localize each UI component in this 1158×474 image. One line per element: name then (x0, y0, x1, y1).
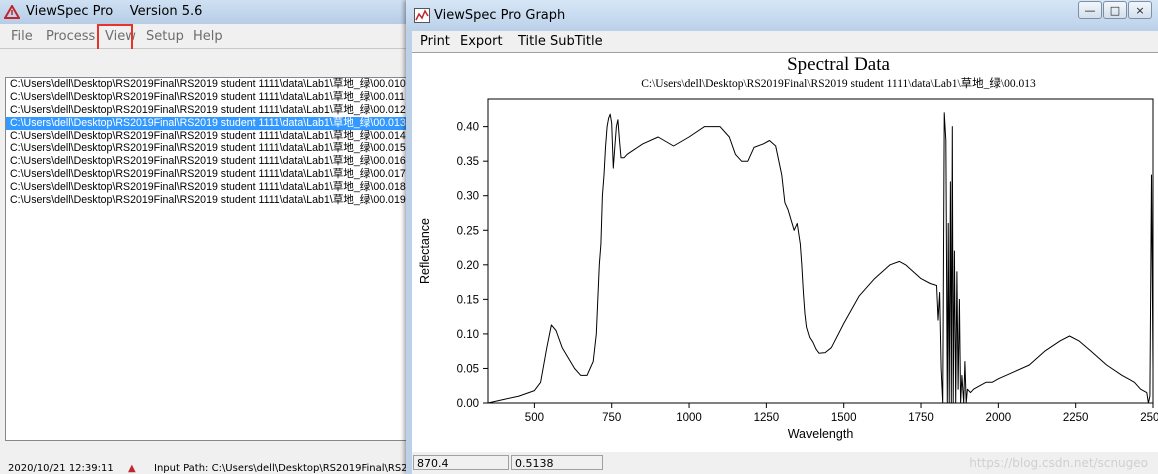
menu-file[interactable]: File (11, 29, 33, 44)
y-tick-label: 0.30 (457, 191, 479, 203)
graph-window: ViewSpec Pro Graph — □ × Print Export Ti… (406, 0, 1158, 474)
minimize-icon[interactable]: — (1078, 1, 1102, 19)
x-tick-label: 2500 (1140, 412, 1158, 424)
menu-subtitle[interactable]: SubTitle (550, 34, 603, 49)
graph-title-bar[interactable]: ViewSpec Pro Graph — □ × (406, 0, 1158, 30)
chart-title: Spectral Data (787, 54, 890, 75)
maximize-icon[interactable]: □ (1103, 1, 1127, 19)
file-list-item[interactable]: C:\Users\dell\Desktop\RS2019Final\RS2019… (6, 194, 408, 207)
file-list-item[interactable]: C:\Users\dell\Desktop\RS2019Final\RS2019… (6, 168, 408, 181)
window-controls: — □ × (1077, 1, 1152, 19)
watermark: https://blog.csdn.net/scnugeo (969, 456, 1148, 470)
y-tick-label: 0.20 (457, 260, 479, 272)
x-tick-label: 2250 (1063, 412, 1089, 424)
y-tick-label: 0.35 (457, 156, 479, 168)
menu-title[interactable]: Title (518, 34, 546, 49)
x-tick-label: 750 (602, 412, 621, 424)
warning-icon: ▲ (128, 463, 136, 474)
plot-frame (487, 98, 1154, 404)
spectral-chart[interactable]: Spectral DataC:\Users\dell\Desktop\RS201… (412, 53, 1158, 453)
reflectance-series-line (487, 112, 1154, 404)
file-list-item[interactable]: C:\Users\dell\Desktop\RS2019Final\RS2019… (6, 155, 408, 168)
app-logo-icon (3, 4, 21, 23)
cursor-reflectance: 0.5138 (511, 455, 603, 470)
menu-process[interactable]: Process (46, 29, 95, 44)
menu-setup[interactable]: Setup (146, 29, 184, 44)
graph-menu-bar: Print Export Title SubTitle (412, 31, 1158, 52)
close-icon[interactable]: × (1128, 1, 1152, 19)
toolbar-area (0, 49, 412, 75)
file-list[interactable]: C:\Users\dell\Desktop\RS2019Final\RS2019… (5, 77, 409, 441)
main-window: ViewSpec Pro Version 5.6 File Process Vi… (0, 0, 412, 474)
file-list-item[interactable]: C:\Users\dell\Desktop\RS2019Final\RS2019… (6, 78, 408, 91)
main-status-bar: 2020/10/21 12:39:11 ▲ Input Path: C:\Use… (0, 462, 412, 474)
y-tick-label: 0.15 (457, 294, 479, 306)
y-tick-label: 0.10 (457, 329, 479, 341)
main-title-bar[interactable]: ViewSpec Pro Version 5.6 (0, 0, 412, 24)
file-list-item-selected[interactable]: C:\Users\dell\Desktop\RS2019Final\RS2019… (6, 116, 408, 130)
x-tick-label: 2000 (986, 412, 1012, 424)
x-tick-label: 1500 (831, 412, 857, 424)
graph-window-title: ViewSpec Pro Graph (434, 8, 566, 23)
status-date: 2020/10/21 12:39:11 (8, 463, 114, 474)
chart-subtitle: C:\Users\dell\Desktop\RS2019Final\RS2019… (641, 76, 1036, 90)
file-list-item[interactable]: C:\Users\dell\Desktop\RS2019Final\RS2019… (6, 104, 408, 117)
y-tick-label: 0.05 (457, 363, 479, 375)
file-list-item[interactable]: C:\Users\dell\Desktop\RS2019Final\RS2019… (6, 142, 408, 155)
y-tick-label: 0.00 (457, 398, 479, 410)
x-tick-label: 1000 (676, 412, 702, 424)
y-tick-label: 0.40 (457, 122, 479, 134)
x-tick-label: 1250 (754, 412, 780, 424)
view-menu-highlight-box (97, 24, 133, 52)
file-list-item[interactable]: C:\Users\dell\Desktop\RS2019Final\RS2019… (6, 91, 408, 104)
graph-app-icon (414, 8, 430, 27)
menu-help[interactable]: Help (193, 29, 223, 44)
status-input-path: Input Path: C:\Users\dell\Desktop\RS2019… (154, 463, 412, 474)
plot-area[interactable]: Spectral Data C:\Users\dell\Desktop\RS201… (412, 52, 1158, 453)
x-tick-label: 500 (525, 412, 544, 424)
x-tick-label: 1750 (908, 412, 934, 424)
cursor-wavelength: 870.4 (413, 455, 509, 470)
file-list-item[interactable]: C:\Users\dell\Desktop\RS2019Final\RS2019… (6, 181, 408, 194)
menu-print[interactable]: Print (420, 34, 450, 49)
file-list-item[interactable]: C:\Users\dell\Desktop\RS2019Final\RS2019… (6, 130, 408, 143)
main-menu-bar: File Process View Setup Help (0, 26, 412, 49)
x-axis-label: Wavelength (788, 427, 854, 441)
y-axis-label: Reflectance (418, 218, 432, 284)
main-window-title: ViewSpec Pro Version 5.6 (26, 4, 203, 19)
menu-export[interactable]: Export (460, 34, 503, 49)
y-tick-label: 0.25 (457, 225, 479, 237)
